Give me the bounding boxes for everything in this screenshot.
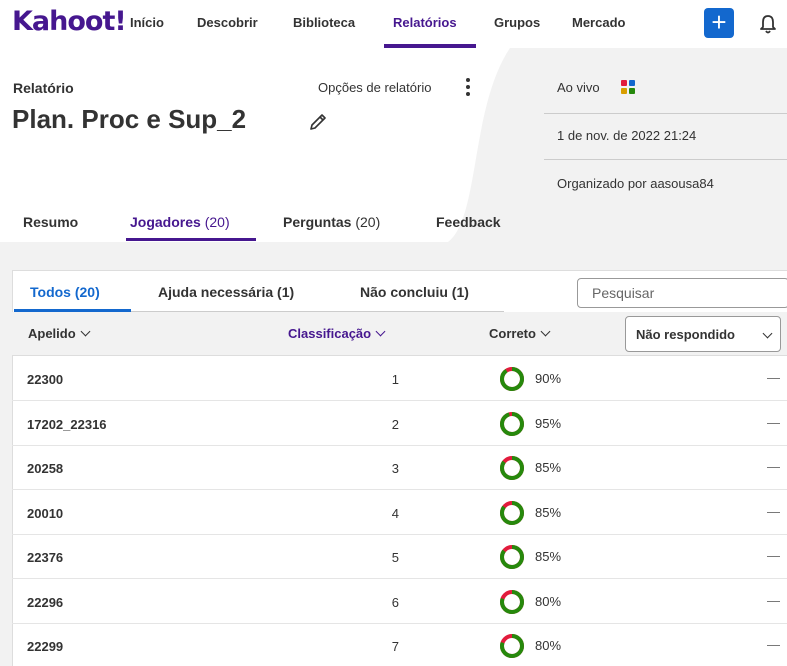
- create-button[interactable]: +: [704, 8, 734, 38]
- column-label: Correto: [489, 326, 536, 341]
- correct-percentage: 90%: [535, 371, 562, 386]
- player-rank: 5: [391, 550, 399, 565]
- report-label: Relatório: [13, 80, 74, 96]
- tab-label: Perguntas: [283, 214, 352, 230]
- correct-percentage: 80%: [535, 638, 562, 653]
- player-nickname: 20010: [27, 505, 64, 521]
- column-label: Classificação: [288, 326, 372, 341]
- bell-icon[interactable]: [758, 13, 778, 35]
- tab-label: Jogadores: [130, 214, 201, 230]
- player-rank: 1: [391, 372, 399, 387]
- nav-item-mercado[interactable]: Mercado: [572, 15, 625, 30]
- filter-ajuda-necessaria[interactable]: Ajuda necessária (1): [158, 284, 294, 300]
- correct-donut-icon: [500, 411, 524, 436]
- unanswered-value: —: [767, 459, 780, 474]
- correct-donut-icon: [500, 634, 524, 658]
- tab-count: (20): [355, 214, 381, 230]
- nav-item-biblioteca[interactable]: Biblioteca: [293, 15, 355, 30]
- filter-todos[interactable]: Todos (20): [30, 284, 100, 300]
- player-nickname: 22296: [27, 594, 64, 610]
- tab-active-indicator: [126, 238, 256, 241]
- correct-percentage: 95%: [535, 415, 562, 431]
- tab-jogadores[interactable]: Jogadores (20): [130, 214, 230, 230]
- tab-resumo[interactable]: Resumo: [23, 214, 78, 230]
- report-options-button[interactable]: Opções de relatório: [318, 80, 431, 95]
- report-title: Plan. Proc e Sup_2: [12, 104, 247, 134]
- player-nickname: 20258: [27, 461, 64, 476]
- unanswered-value: —: [767, 592, 780, 608]
- unanswered-value: —: [767, 414, 780, 430]
- tab-perguntas[interactable]: Perguntas (20): [283, 214, 380, 230]
- nav-item-inicio[interactable]: Início: [130, 15, 164, 30]
- nav-item-relatorios[interactable]: Relatórios: [393, 15, 457, 30]
- tab-count: (20): [204, 214, 230, 230]
- table-row[interactable]: 20010 4 85% —: [12, 491, 787, 535]
- column-correto[interactable]: Correto: [489, 326, 551, 341]
- table-row[interactable]: 17202_22316 2 95% —: [12, 402, 787, 446]
- nav-item-descobrir[interactable]: Descobrir: [197, 15, 258, 30]
- tab-label: Feedback: [436, 214, 501, 230]
- pencil-icon[interactable]: [308, 112, 328, 132]
- chevron-down-icon: [375, 326, 386, 337]
- column-select-nao-respondido[interactable]: Não respondido: [625, 316, 781, 352]
- meta-divider: [544, 113, 787, 114]
- nav-item-grupos[interactable]: Grupos: [494, 15, 540, 30]
- player-rank: 4: [391, 505, 399, 521]
- unanswered-value: —: [767, 503, 780, 519]
- player-rank: 3: [391, 461, 399, 476]
- top-navigation: Kahoot! Início Descobrir Biblioteca Rela…: [0, 0, 787, 48]
- correct-donut-icon: [500, 367, 524, 391]
- search-input[interactable]: Pesquisar: [577, 278, 787, 308]
- tab-feedback[interactable]: Feedback: [436, 214, 501, 230]
- player-rank: 7: [391, 639, 399, 654]
- meta-divider: [544, 159, 787, 160]
- correct-donut-icon: [500, 500, 524, 525]
- player-nickname: 22300: [27, 372, 64, 387]
- select-value: Não respondido: [636, 327, 735, 342]
- table-row[interactable]: 22300 1 90% —: [12, 357, 787, 401]
- unanswered-value: —: [767, 637, 780, 652]
- live-game-icon: [621, 80, 635, 94]
- chevron-down-icon: [540, 326, 551, 337]
- table-row[interactable]: 22296 6 80% —: [12, 580, 787, 624]
- player-rank: 2: [391, 416, 399, 432]
- player-nickname: 22376: [27, 550, 64, 565]
- correct-percentage: 80%: [535, 593, 562, 609]
- correct-donut-icon: [500, 589, 524, 614]
- filter-nao-concluiu[interactable]: Não concluiu (1): [360, 284, 469, 300]
- column-classificacao[interactable]: Classificação: [288, 326, 386, 341]
- report-organizer: Organizado por aasousa84: [557, 176, 714, 191]
- unanswered-value: —: [767, 548, 780, 563]
- table-row[interactable]: 20258 3 85% —: [12, 446, 787, 490]
- tab-label: Resumo: [23, 214, 79, 230]
- player-rank: 6: [391, 594, 399, 610]
- report-date: 1 de nov. de 2022 21:24: [557, 128, 697, 143]
- header-background-shape: [448, 48, 787, 242]
- live-label: Ao vivo: [557, 80, 600, 95]
- chevron-down-icon: [80, 326, 91, 337]
- chevron-down-icon: [762, 328, 773, 339]
- correct-percentage: 85%: [535, 504, 562, 520]
- player-nickname: 22299: [27, 639, 64, 654]
- correct-arc: [500, 411, 524, 436]
- correct-percentage: 85%: [535, 549, 562, 564]
- table-row[interactable]: 22376 5 85% —: [12, 535, 787, 579]
- correct-percentage: 85%: [535, 460, 562, 475]
- column-label: Apelido: [28, 326, 76, 341]
- correct-donut-icon: [500, 456, 524, 480]
- unanswered-value: —: [767, 370, 780, 385]
- more-options-icon[interactable]: [466, 78, 472, 98]
- kahoot-logo[interactable]: Kahoot!: [12, 6, 127, 37]
- column-apelido[interactable]: Apelido: [28, 326, 91, 341]
- player-nickname: 17202_22316: [27, 416, 107, 432]
- correct-arc: [500, 367, 524, 391]
- correct-donut-icon: [500, 545, 524, 569]
- table-row[interactable]: 22299 7 80% —: [12, 624, 787, 666]
